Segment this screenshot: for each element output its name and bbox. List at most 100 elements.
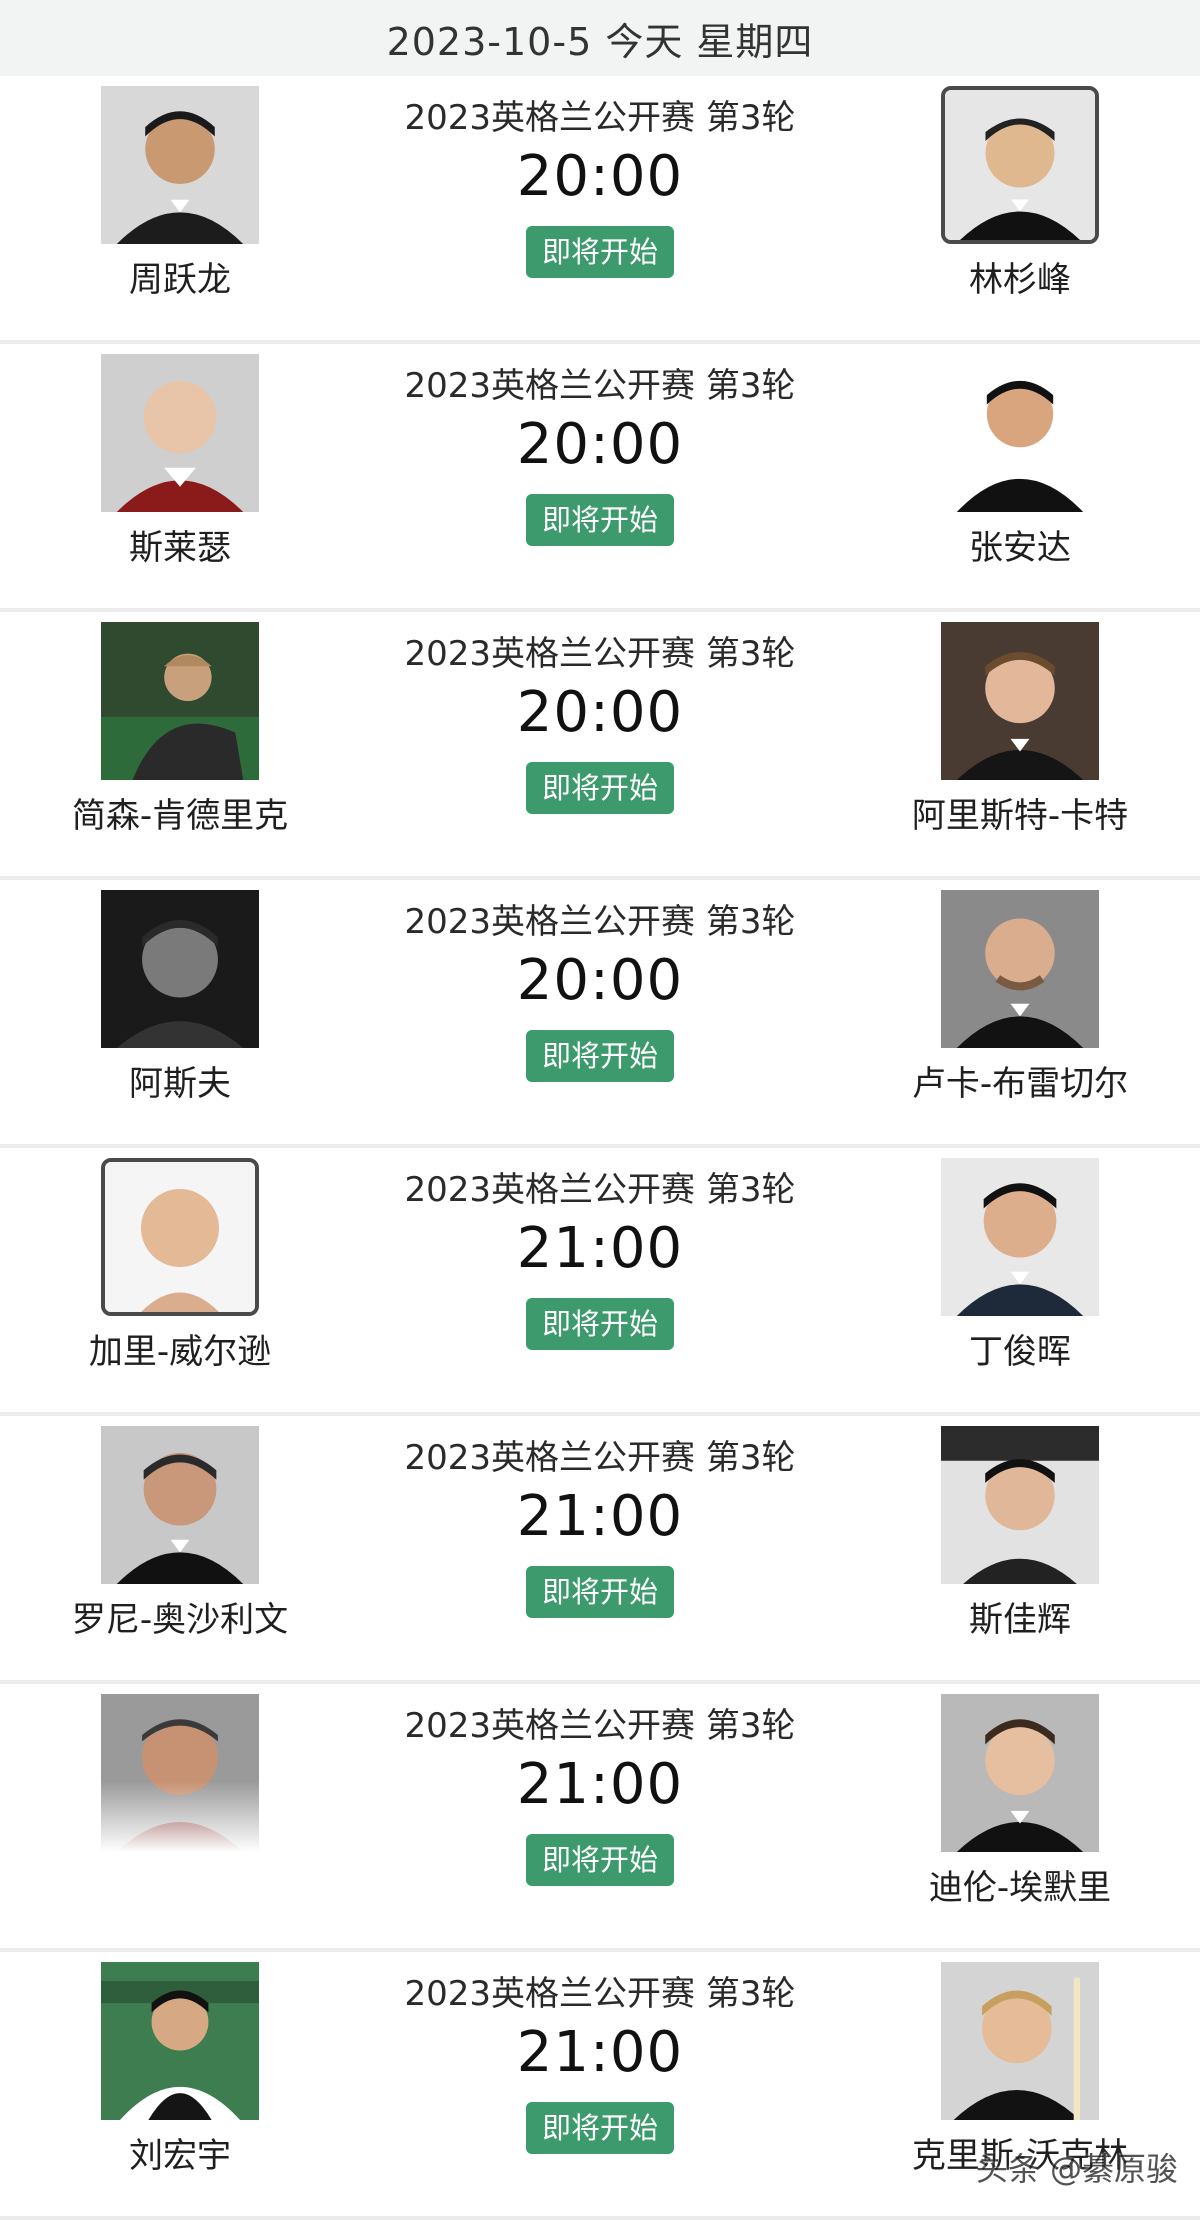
player-photo-icon xyxy=(941,1426,1099,1584)
away-player[interactable]: 斯佳辉 xyxy=(820,1426,1200,1641)
player-avatar xyxy=(101,354,259,512)
match-info: 2023英格兰公开赛 第3轮 21:00 即将开始 xyxy=(380,1162,820,1350)
player-avatar xyxy=(941,1158,1099,1316)
player-avatar xyxy=(941,622,1099,780)
match-info: 2023英格兰公开赛 第3轮 20:00 即将开始 xyxy=(380,358,820,546)
player-name: 加里-威尔逊 xyxy=(88,1332,272,1372)
away-player[interactable]: 阿里斯特-卡特 xyxy=(820,622,1200,837)
player-photo-icon xyxy=(105,1162,255,1312)
match-card[interactable]: 斯莱瑟 2023英格兰公开赛 第3轮 20:00 即将开始 张安达 xyxy=(0,344,1200,612)
match-info: 2023英格兰公开赛 第3轮 21:00 即将开始 xyxy=(380,1430,820,1618)
away-player[interactable]: 张安达 xyxy=(820,354,1200,569)
match-time: 21:00 xyxy=(516,1216,684,1281)
status-badge: 即将开始 xyxy=(525,1566,674,1618)
tournament-label: 2023英格兰公开赛 第3轮 xyxy=(404,98,796,138)
tournament-label: 2023英格兰公开赛 第3轮 xyxy=(404,634,796,674)
player-avatar xyxy=(941,354,1099,512)
player-name: 罗尼-奥沙利文 xyxy=(71,1600,289,1640)
tournament-label: 2023英格兰公开赛 第3轮 xyxy=(404,1974,796,2014)
status-badge: 即将开始 xyxy=(525,1298,674,1350)
player-photo-icon xyxy=(945,90,1095,240)
player-photo-icon xyxy=(941,890,1099,1048)
status-badge: 即将开始 xyxy=(525,1030,674,1082)
player-name: 刘宏宇 xyxy=(129,2136,231,2176)
match-info: 2023英格兰公开赛 第3轮 20:00 即将开始 xyxy=(380,626,820,814)
player-avatar xyxy=(941,890,1099,1048)
player-photo-icon xyxy=(941,622,1099,780)
away-player[interactable]: 林杉峰 xyxy=(820,86,1200,301)
tournament-label: 2023英格兰公开赛 第3轮 xyxy=(404,1170,796,1210)
match-time: 20:00 xyxy=(516,412,684,477)
player-photo-icon xyxy=(941,1962,1099,2120)
player-name: 周跃龙 xyxy=(129,260,231,300)
player-photo-icon xyxy=(101,1426,259,1584)
match-card[interactable]: 加里-威尔逊 2023英格兰公开赛 第3轮 21:00 即将开始 丁俊晖 xyxy=(0,1148,1200,1416)
player-avatar xyxy=(941,1962,1099,2120)
player-photo-icon xyxy=(101,1694,259,1852)
player-avatar xyxy=(101,890,259,1048)
match-list: 周跃龙 2023英格兰公开赛 第3轮 20:00 即将开始 林杉峰 斯莱瑟 20… xyxy=(0,76,1200,2220)
player-avatar xyxy=(941,86,1099,244)
match-time: 21:00 xyxy=(516,1752,684,1817)
player-name: 卢卡-布雷切尔 xyxy=(911,1064,1129,1104)
match-card[interactable]: 罗尼-奥沙利文 2023英格兰公开赛 第3轮 21:00 即将开始 斯佳辉 xyxy=(0,1416,1200,1684)
player-photo-icon xyxy=(941,354,1099,512)
player-avatar xyxy=(101,1426,259,1584)
home-player[interactable]: 罗尼-奥沙利文 xyxy=(0,1426,380,1641)
match-card[interactable]: 简森-肯德里克 2023英格兰公开赛 第3轮 20:00 即将开始 阿里斯特-卡… xyxy=(0,612,1200,880)
away-player[interactable]: 迪伦-埃默里 xyxy=(820,1694,1200,1909)
tournament-label: 2023英格兰公开赛 第3轮 xyxy=(404,366,796,406)
player-avatar xyxy=(101,1158,259,1316)
date-label: 2023-10-5 今天 星期四 xyxy=(386,19,814,64)
player-photo-icon xyxy=(101,1962,259,2120)
player-avatar xyxy=(101,622,259,780)
player-name: 林杉峰 xyxy=(969,260,1071,300)
player-name: 斯佳辉 xyxy=(969,1600,1071,1640)
tournament-label: 2023英格兰公开赛 第3轮 xyxy=(404,902,796,942)
home-player[interactable]: 简森-肯德里克 xyxy=(0,622,380,837)
tournament-label: 2023英格兰公开赛 第3轮 xyxy=(404,1438,796,1478)
watermark: 头条 @綦原骏 xyxy=(975,2150,1178,2188)
home-player[interactable]: 刘宏宇 xyxy=(0,1962,380,2177)
status-badge: 即将开始 xyxy=(525,494,674,546)
home-player[interactable] xyxy=(0,1694,380,1860)
home-player[interactable]: 阿斯夫 xyxy=(0,890,380,1105)
player-avatar xyxy=(941,1426,1099,1584)
status-badge: 即将开始 xyxy=(525,226,674,278)
match-info: 2023英格兰公开赛 第3轮 21:00 即将开始 xyxy=(380,1966,820,2154)
status-badge: 即将开始 xyxy=(525,1834,674,1886)
match-time: 20:00 xyxy=(516,144,684,209)
player-photo-icon xyxy=(941,1694,1099,1852)
match-card[interactable]: 周跃龙 2023英格兰公开赛 第3轮 20:00 即将开始 林杉峰 xyxy=(0,76,1200,344)
player-avatar xyxy=(941,1694,1099,1852)
player-photo-icon xyxy=(101,86,259,244)
date-header: 2023-10-5 今天 星期四 xyxy=(0,0,1200,76)
match-time: 21:00 xyxy=(516,1484,684,1549)
player-avatar xyxy=(101,86,259,244)
match-info: 2023英格兰公开赛 第3轮 20:00 即将开始 xyxy=(380,90,820,278)
status-badge: 即将开始 xyxy=(525,762,674,814)
home-player[interactable]: 斯莱瑟 xyxy=(0,354,380,569)
away-player[interactable]: 卢卡-布雷切尔 xyxy=(820,890,1200,1105)
player-avatar xyxy=(101,1694,259,1852)
player-name: 简森-肯德里克 xyxy=(71,796,289,836)
player-photo-icon xyxy=(941,1158,1099,1316)
player-name: 迪伦-埃默里 xyxy=(928,1868,1112,1908)
match-time: 21:00 xyxy=(516,2020,684,2085)
player-avatar xyxy=(101,1962,259,2120)
match-time: 20:00 xyxy=(516,680,684,745)
away-player[interactable]: 丁俊晖 xyxy=(820,1158,1200,1373)
player-name: 张安达 xyxy=(969,528,1071,568)
match-card[interactable]: 2023英格兰公开赛 第3轮 21:00 即将开始 迪伦-埃默里 xyxy=(0,1684,1200,1952)
player-name: 丁俊晖 xyxy=(969,1332,1071,1372)
match-info: 2023英格兰公开赛 第3轮 20:00 即将开始 xyxy=(380,894,820,1082)
player-photo-icon xyxy=(101,622,259,780)
player-name: 斯莱瑟 xyxy=(129,528,231,568)
match-time: 20:00 xyxy=(516,948,684,1013)
status-badge: 即将开始 xyxy=(525,2102,674,2154)
tournament-label: 2023英格兰公开赛 第3轮 xyxy=(404,1706,796,1746)
home-player[interactable]: 加里-威尔逊 xyxy=(0,1158,380,1373)
home-player[interactable]: 周跃龙 xyxy=(0,86,380,301)
match-info: 2023英格兰公开赛 第3轮 21:00 即将开始 xyxy=(380,1698,820,1886)
match-card[interactable]: 阿斯夫 2023英格兰公开赛 第3轮 20:00 即将开始 卢卡-布雷切尔 xyxy=(0,880,1200,1148)
